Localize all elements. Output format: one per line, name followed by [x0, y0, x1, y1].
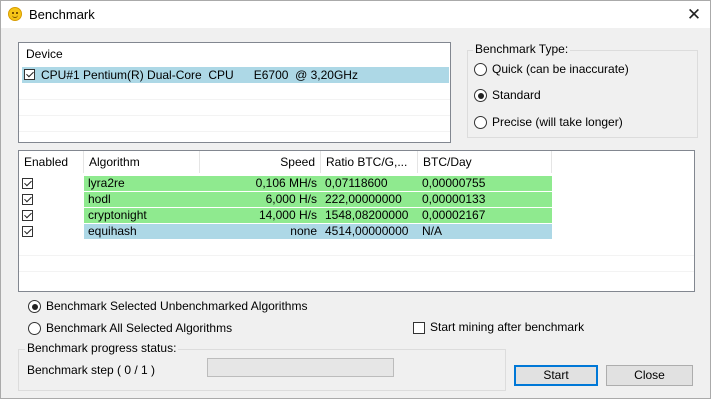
column-header-ratio[interactable]: Ratio BTC/G,...	[321, 151, 418, 173]
radio-quick[interactable]	[474, 63, 487, 76]
benchmark-type-legend: Benchmark Type:	[473, 42, 571, 56]
algorithm-row[interactable]: cryptonight 14,000 H/s 1548,08200000 0,0…	[19, 208, 552, 223]
row-divider	[19, 271, 694, 272]
radio-all-selected-label: Benchmark All Selected Algorithms	[46, 321, 233, 335]
start-button[interactable]: Start	[514, 365, 598, 386]
radio-selected-unbenchmarked[interactable]	[28, 300, 41, 313]
radio-precise-label: Precise (will take longer)	[492, 115, 623, 129]
algorithm-ratio: 222,00000000	[321, 192, 418, 207]
algorithm-enabled-checkbox[interactable]	[22, 226, 33, 237]
start-mining-checkbox[interactable]	[413, 322, 425, 334]
algorithm-btc-day: N/A	[418, 224, 552, 239]
algorithm-name: lyra2re	[84, 176, 200, 191]
start-mining-label: Start mining after benchmark	[430, 320, 585, 334]
start-mining-after-benchmark[interactable]: Start mining after benchmark	[413, 320, 613, 336]
window-title: Benchmark	[29, 7, 95, 22]
benchmark-step-text: Benchmark step ( 0 / 1 )	[27, 363, 156, 377]
radio-standard-label: Standard	[492, 88, 541, 102]
algorithm-row[interactable]: hodl 6,000 H/s 222,00000000 0,00000133	[19, 192, 552, 207]
radio-standard[interactable]	[474, 89, 487, 102]
algorithm-row[interactable]: lyra2re 0,106 MH/s 0,07118600 0,00000755	[19, 176, 552, 191]
radio-all-selected[interactable]	[28, 322, 41, 335]
algorithm-speed: none	[200, 224, 321, 239]
close-icon[interactable]: ✕	[678, 1, 710, 28]
device-row[interactable]: CPU#1 Pentium(R) Dual-Core CPU E6700 @ 3…	[22, 67, 449, 83]
algorithm-speed: 0,106 MH/s	[200, 176, 321, 191]
radio-selected-unbenchmarked-label: Benchmark Selected Unbenchmarked Algorit…	[46, 299, 308, 313]
algorithm-name: equihash	[84, 224, 200, 239]
algorithm-enabled-checkbox[interactable]	[22, 178, 33, 189]
algorithm-ratio: 1548,08200000	[321, 208, 418, 223]
algorithm-speed: 14,000 H/s	[200, 208, 321, 223]
benchmark-progress-bar	[207, 358, 394, 377]
row-divider	[19, 99, 450, 100]
progress-legend: Benchmark progress status:	[25, 341, 179, 355]
row-divider	[19, 131, 450, 132]
title-bar: Benchmark ✕	[1, 1, 710, 28]
mode-selected-unbenchmarked[interactable]: Benchmark Selected Unbenchmarked Algorit…	[28, 299, 348, 315]
app-smiley-icon	[8, 7, 22, 21]
device-checkbox[interactable]	[24, 69, 35, 80]
row-divider	[19, 115, 450, 116]
algorithm-ratio: 4514,00000000	[321, 224, 418, 239]
benchmark-type-precise[interactable]: Precise (will take longer)	[474, 115, 684, 131]
benchmark-type-quick[interactable]: Quick (can be inaccurate)	[474, 62, 674, 78]
algorithm-ratio: 0,07118600	[321, 176, 418, 191]
close-button[interactable]: Close	[606, 365, 693, 386]
benchmark-type-standard[interactable]: Standard	[474, 88, 674, 104]
algorithm-row[interactable]: equihash none 4514,00000000 N/A	[19, 224, 552, 239]
algorithm-enabled-checkbox[interactable]	[22, 194, 33, 205]
row-divider	[19, 255, 694, 256]
device-column-header: Device	[26, 47, 63, 61]
device-list[interactable]: Device CPU#1 Pentium(R) Dual-Core CPU E6…	[18, 42, 451, 143]
column-header-btc-day[interactable]: BTC/Day	[418, 151, 552, 173]
algorithm-name: hodl	[84, 192, 200, 207]
column-header-speed[interactable]: Speed	[200, 151, 321, 173]
algorithm-enabled-checkbox[interactable]	[22, 210, 33, 221]
radio-quick-label: Quick (can be inaccurate)	[492, 62, 629, 76]
algorithm-speed: 6,000 H/s	[200, 192, 321, 207]
device-name: CPU#1 Pentium(R) Dual-Core CPU E6700 @ 3…	[41, 68, 358, 82]
algorithm-btc-day: 0,00000755	[418, 176, 552, 191]
benchmark-window: Benchmark ✕ Device CPU#1 Pentium(R) Dual…	[0, 0, 711, 399]
algorithm-list[interactable]: Enabled Algorithm Speed Ratio BTC/G,... …	[18, 150, 695, 292]
algorithm-btc-day: 0,00000133	[418, 192, 552, 207]
column-header-algorithm[interactable]: Algorithm	[84, 151, 200, 173]
radio-precise[interactable]	[474, 116, 487, 129]
algorithm-name: cryptonight	[84, 208, 200, 223]
mode-all-selected[interactable]: Benchmark All Selected Algorithms	[28, 321, 288, 337]
column-header-enabled[interactable]: Enabled	[19, 151, 84, 173]
algorithm-btc-day: 0,00002167	[418, 208, 552, 223]
